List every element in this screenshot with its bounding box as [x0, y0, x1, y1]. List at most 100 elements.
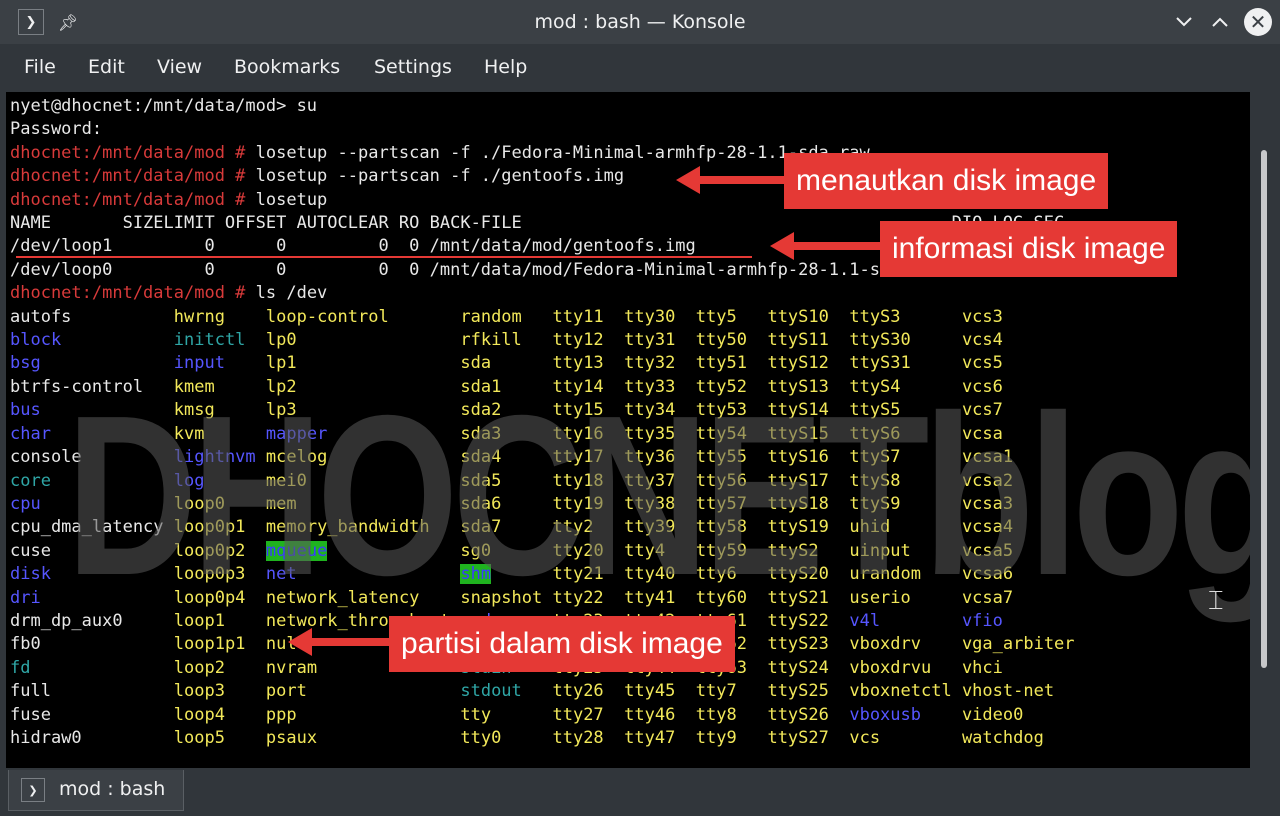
terminal-text-segment: vcs5: [961, 353, 1003, 374]
terminal-text-segment: userio: [849, 587, 962, 608]
terminal-text-segment: tty59: [695, 540, 768, 561]
terminal-text-segment: ttyS14: [767, 400, 850, 421]
terminal-text-segment: vhci: [961, 657, 1003, 678]
terminal-text-segment: loop0: [173, 493, 266, 514]
terminal-text-segment: mem: [265, 493, 461, 514]
terminal-text-segment: hidraw0: [10, 727, 174, 748]
terminal-text-segment: tty52: [695, 376, 768, 397]
scrollbar[interactable]: [1250, 92, 1280, 768]
terminal-text-segment: loop2: [173, 657, 266, 678]
terminal-text-segment: tty38: [624, 493, 696, 514]
terminal-text-segment: ppp: [265, 704, 461, 725]
chevron-down-icon[interactable]: [1170, 8, 1198, 36]
menu-view[interactable]: View: [157, 56, 202, 78]
terminal-line: core log mei0 sda5 tty18 tty37 tty56 tty…: [10, 470, 1075, 493]
tab-label: mod : bash: [59, 778, 166, 800]
menu-bookmarks[interactable]: Bookmarks: [234, 56, 340, 78]
terminal-text-segment: vga_arbiter: [961, 634, 1075, 655]
terminal-line: dri loop0p4 network_latency snapshot tty…: [10, 587, 1075, 610]
terminal-line: console lightnvm mcelog sda4 tty17 tty36…: [10, 446, 1075, 469]
terminal-text-segment: tty2: [552, 517, 625, 538]
terminal-text-segment: mapper: [265, 423, 461, 444]
terminal-text-segment: losetup --partscan -f ./Fedora-Minimal-a…: [255, 142, 870, 163]
terminal-text-segment: lp1: [265, 353, 461, 374]
terminal-text-segment: mcelog: [265, 447, 461, 468]
terminal-line: autofs hwrng loop-control random tty11 t…: [10, 306, 1075, 329]
terminal-text-segment: loop1p1: [173, 634, 266, 655]
close-icon[interactable]: ✕: [1244, 8, 1272, 36]
terminal-text-segment: input: [173, 353, 266, 374]
terminal-text-segment: uinput: [849, 540, 962, 561]
terminal-text-segment: sda1: [460, 376, 553, 397]
highlight-underline: [16, 256, 752, 258]
terminal-text-segment: vcsa1: [961, 447, 1014, 468]
terminal-text-segment: snapshot: [460, 587, 553, 608]
terminal-text-segment: tty28: [552, 727, 625, 748]
scrollbar-thumb[interactable]: [1261, 150, 1267, 668]
terminal-text-segment: ttyS24: [767, 657, 850, 678]
terminal-text-segment: tty15: [552, 400, 625, 421]
terminal-text-segment: ttyS19: [767, 517, 850, 538]
terminal-text-segment: lp3: [265, 400, 461, 421]
terminal-text-segment: vfio: [961, 610, 1003, 631]
terminal-text-segment: disk: [10, 564, 174, 585]
terminal-text-segment: tty32: [624, 353, 696, 374]
terminal-line: bus kmsg lp3 sda2 tty15 tty34 tty53 ttyS…: [10, 399, 1075, 422]
terminal-text-segment: fd: [10, 657, 174, 678]
terminal-text-segment: block: [10, 330, 174, 351]
terminal-text-segment: tty8: [695, 704, 768, 725]
terminal-text-segment: urandom: [849, 564, 962, 585]
menu-help[interactable]: Help: [484, 56, 527, 78]
tab-bar: ❯ mod : bash: [0, 768, 1280, 816]
terminal-text-segment: v4l: [849, 610, 962, 631]
terminal-text-segment: fuse: [10, 704, 174, 725]
arrow-line: [308, 638, 394, 646]
terminal-text-segment: tty51: [695, 353, 768, 374]
terminal-text-segment: ttyS10: [767, 306, 850, 327]
menu-edit[interactable]: Edit: [88, 56, 125, 78]
terminal-line: nyet@dhocnet:/mnt/data/mod> su: [10, 95, 1075, 118]
terminal-text-segment: vcsa2: [961, 470, 1014, 491]
terminal-text-segment: cpu: [10, 493, 174, 514]
terminal-text-segment: loop0p3: [173, 564, 266, 585]
terminal-text-segment: /dev/loop0 0 0 0 0 /mnt/data/mod/Fedora-…: [10, 259, 942, 280]
terminal-text-segment: ttyS30: [849, 330, 962, 351]
terminal-line: bsg input lp1 sda tty13 tty32 tty51 ttyS…: [10, 352, 1075, 375]
terminal-text-segment: memory_bandwidth: [265, 517, 461, 538]
terminal-text-segment: uhid: [849, 517, 962, 538]
terminal-line: dhocnet:/mnt/data/mod # ls /dev: [10, 282, 1075, 305]
terminal-text-segment: vcsa3: [961, 493, 1014, 514]
menu-file[interactable]: File: [24, 56, 56, 78]
terminal-text-segment: char: [10, 423, 174, 444]
terminal-text-segment: vcsa5: [961, 540, 1014, 561]
terminal-line: Password:: [10, 118, 1075, 141]
terminal-text-segment: sda6: [460, 493, 553, 514]
menu-settings[interactable]: Settings: [374, 56, 452, 78]
terminal-text-segment: loop4: [173, 704, 266, 725]
annotation-info: informasi disk image: [880, 221, 1178, 277]
terminal-text-segment: ttyS5: [849, 400, 962, 421]
terminal-text-segment: console: [10, 447, 174, 468]
terminal-text-segment: cuse: [10, 540, 174, 561]
terminal-text-segment: fb0: [10, 634, 174, 655]
terminal-text-segment: tty27: [552, 704, 625, 725]
terminal-text-segment: tty39: [624, 517, 696, 538]
terminal-text-segment: initctl: [173, 330, 266, 351]
terminal-text-segment: ttyS6: [849, 423, 962, 444]
terminal-text-segment: loop5: [173, 727, 266, 748]
terminal-text-segment: btrfs-control: [10, 376, 174, 397]
terminal-text-segment: vboxusb: [849, 704, 962, 725]
terminal-text-segment: loop0p4: [173, 587, 266, 608]
chevron-up-icon[interactable]: [1206, 8, 1234, 36]
tab-mod-bash[interactable]: ❯ mod : bash: [8, 770, 184, 811]
terminal-text-segment: dhocnet:/mnt/data/mod #: [10, 166, 256, 187]
terminal-text-segment: ttyS9: [849, 493, 962, 514]
terminal-text-segment: autofs: [10, 306, 174, 327]
terminal-text-segment: tty55: [695, 447, 768, 468]
terminal-text-segment: shm: [460, 564, 492, 585]
terminal-text-segment: random: [460, 306, 553, 327]
annotation-attach: menautkan disk image: [784, 153, 1109, 209]
terminal-text-segment: losetup: [255, 189, 328, 210]
